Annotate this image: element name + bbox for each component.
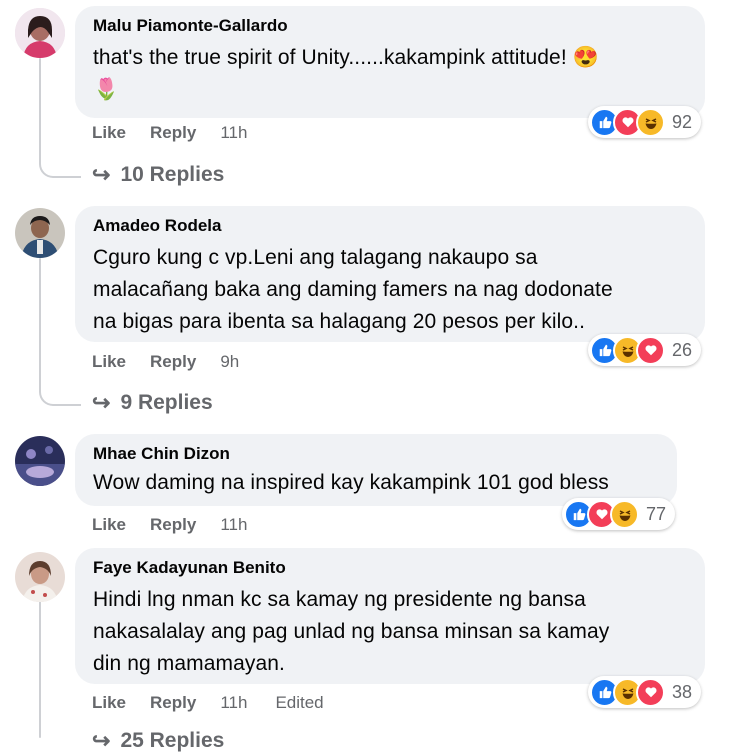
avatar[interactable] [15,208,65,258]
reply-button[interactable]: Reply [150,123,196,143]
like-button[interactable]: Like [92,123,126,143]
thread-line [39,600,41,738]
comment-bubble: Malu Piamonte-Gallardo that's the true s… [75,6,705,118]
comment-author[interactable]: Faye Kadayunan Benito [93,557,687,579]
reply-arrow-icon: ↪ [92,390,111,415]
reaction-count: 77 [646,503,667,524]
reaction-summary[interactable]: 38 [588,676,702,708]
avatar[interactable] [15,436,65,486]
comment-author[interactable]: Malu Piamonte-Gallardo [93,15,687,37]
comment-text: Wow daming na inspired kay kakampink 101… [93,471,609,494]
reply-arrow-icon: ↪ [92,728,111,753]
comment-emoji: 🌷 [93,78,120,101]
replies-label: 10 Replies [120,163,225,186]
comment-actions: Like Reply 11h [92,123,275,143]
comment-actions: Like Reply 11h [92,515,275,535]
love-icon [636,677,665,707]
comment-text-line: malacañang baka ang daming famers na nag… [93,278,613,301]
comment-bubble: Amadeo Rodela Cguro kung c vp.Leni ang t… [75,206,705,342]
comment-actions: Like Reply 9h [92,352,267,372]
comment-actions: Like Reply 11h Edited [92,693,324,713]
reply-arrow-icon: ↪ [92,162,111,187]
haha-icon [636,107,665,137]
view-replies-button[interactable]: ↪ 10 Replies [92,162,224,188]
edited-label: Edited [275,693,324,712]
view-replies-button[interactable]: ↪ 9 Replies [92,390,213,416]
reaction-count: 92 [672,111,693,132]
like-button[interactable]: Like [92,515,126,535]
haha-icon [610,499,639,529]
timestamp[interactable]: 11h [220,693,247,713]
comment-author[interactable]: Mhae Chin Dizon [93,443,659,465]
thread-line [39,258,41,386]
avatar[interactable] [15,552,65,602]
reaction-count: 38 [672,681,693,702]
replies-label: 25 Replies [120,729,225,752]
reply-button[interactable]: Reply [150,352,196,372]
thread-connector [39,382,81,406]
reply-button[interactable]: Reply [150,693,196,713]
thread-connector [39,154,81,178]
comment-text-line: nakasalalay ang pag unlad ng bansa minsa… [93,620,610,643]
reply-button[interactable]: Reply [150,515,196,535]
love-icon [636,335,665,365]
timestamp[interactable]: 11h [220,515,247,535]
comment-text-line: din ng mamamayan. [93,652,285,675]
avatar[interactable] [15,8,65,58]
comment-text-line: Cguro kung c vp.Leni ang talagang nakaup… [93,246,538,269]
thread-line [39,58,41,158]
view-replies-button[interactable]: ↪ 25 Replies [92,728,224,754]
comment-text: that's the true spirit of Unity......kak… [93,46,599,69]
timestamp[interactable]: 9h [220,352,239,372]
comment-text-line: Hindi lng nman kc sa kamay ng presidente… [93,588,586,611]
comment-text-line: na bigas para ibenta sa halagang 20 peso… [93,310,586,333]
comment-author[interactable]: Amadeo Rodela [93,215,687,237]
reaction-count: 26 [672,339,693,360]
like-button[interactable]: Like [92,693,126,713]
reaction-summary[interactable]: 92 [588,106,702,138]
like-button[interactable]: Like [92,352,126,372]
reaction-summary[interactable]: 77 [562,498,676,530]
replies-label: 9 Replies [120,391,213,414]
reaction-summary[interactable]: 26 [588,334,702,366]
comment-bubble: Faye Kadayunan Benito Hindi lng nman kc … [75,548,705,684]
timestamp[interactable]: 11h [220,123,247,143]
comment-bubble: Mhae Chin Dizon Wow daming na inspired k… [75,434,677,506]
